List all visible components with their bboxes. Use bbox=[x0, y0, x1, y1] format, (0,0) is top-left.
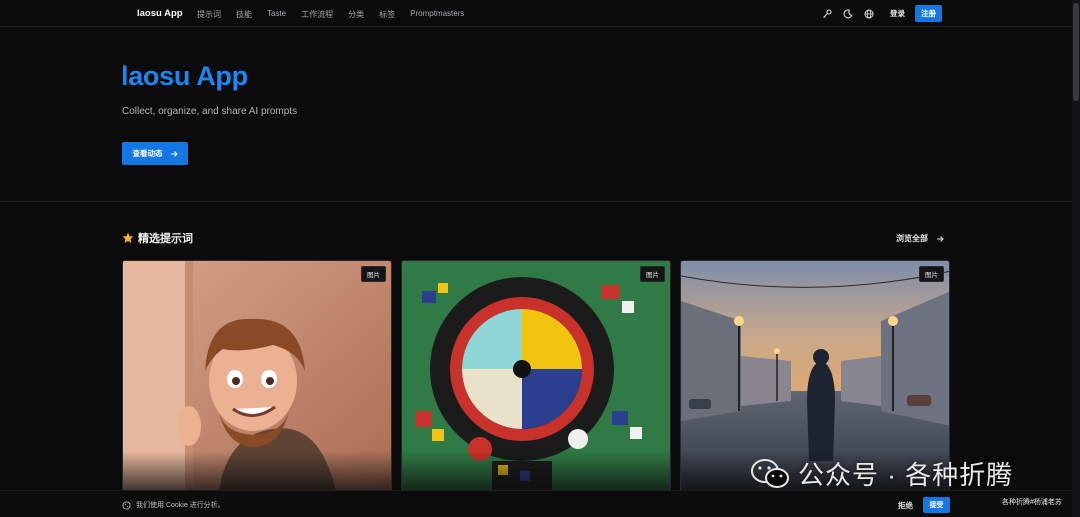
arrow-right-icon bbox=[170, 150, 178, 157]
nav-link-skills[interactable]: 技能 bbox=[236, 9, 252, 20]
featured-header: 精选提示词 bbox=[122, 230, 193, 246]
author-watermark: 各种折腾#杨浦老苏 bbox=[1002, 499, 1062, 506]
hero-title: laosu App bbox=[121, 61, 248, 91]
moon-icon[interactable] bbox=[840, 6, 856, 22]
nav-links: 提示词 技能 Taste 工作流程 分类 标签 Promptmasters bbox=[197, 9, 479, 20]
arrow-right-icon bbox=[937, 235, 944, 242]
scrollbar-thumb[interactable] bbox=[1073, 3, 1079, 101]
prompt-card[interactable]: 图片 bbox=[122, 260, 392, 500]
cookie-icon bbox=[122, 500, 131, 510]
prompt-card[interactable]: 图片 bbox=[401, 260, 671, 500]
featured-title: 精选提示词 bbox=[138, 233, 193, 245]
nav-link-workflows[interactable]: 工作流程 bbox=[301, 9, 333, 20]
type-badge: 图片 bbox=[919, 266, 944, 282]
top-nav: laosu App 提示词 技能 Taste 工作流程 分类 标签 Prompt… bbox=[0, 0, 1072, 27]
cookie-bar: 我们使用 Cookie 进行分析。 拒绝 接受 bbox=[0, 490, 1072, 517]
nav-link-promptmasters[interactable]: Promptmasters bbox=[410, 9, 464, 20]
view-activity-button[interactable]: 查看动态 bbox=[122, 142, 188, 165]
login-button[interactable]: 登录 bbox=[890, 8, 905, 19]
nav-link-tags[interactable]: 标签 bbox=[379, 9, 395, 20]
globe-icon[interactable] bbox=[861, 6, 877, 22]
hero-subtitle: Collect, organize, and share AI prompts bbox=[122, 106, 298, 117]
nav-link-prompts[interactable]: 提示词 bbox=[197, 9, 221, 20]
brand-logo[interactable]: laosu App bbox=[137, 8, 183, 19]
wechat-icon bbox=[751, 458, 789, 488]
decline-button[interactable]: 拒绝 bbox=[898, 500, 913, 511]
nav-actions: 登录 注册 bbox=[819, 5, 942, 22]
page-scrollbar[interactable] bbox=[1072, 0, 1080, 517]
nav-link-taste[interactable]: Taste bbox=[267, 9, 286, 20]
star-icon bbox=[122, 232, 134, 243]
view-all-label: 浏览全部 bbox=[896, 234, 928, 243]
nav-link-categories[interactable]: 分类 bbox=[348, 9, 364, 20]
key-icon[interactable] bbox=[819, 6, 835, 22]
view-activity-label: 查看动态 bbox=[132, 149, 163, 158]
wechat-watermark: 公众号 · 各种折腾 bbox=[750, 455, 1013, 492]
type-badge: 图片 bbox=[361, 266, 386, 282]
type-badge: 图片 bbox=[640, 266, 665, 282]
accept-button[interactable]: 接受 bbox=[923, 497, 950, 513]
view-all-link[interactable]: 浏览全部 bbox=[896, 233, 944, 244]
watermark-text: 公众号 · 各种折腾 bbox=[798, 460, 1014, 490]
cookie-text: 我们使用 Cookie 进行分析。 bbox=[136, 502, 225, 509]
register-button[interactable]: 注册 bbox=[915, 5, 942, 22]
cookie-info: 我们使用 Cookie 进行分析。 bbox=[122, 500, 225, 510]
hero-section: laosu App Collect, organize, and share A… bbox=[0, 28, 1072, 202]
